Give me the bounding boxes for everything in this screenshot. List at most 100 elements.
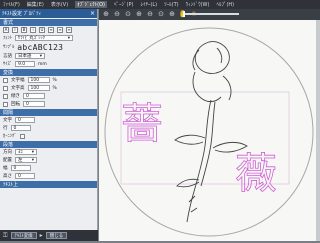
zoom-select-icon[interactable]: ⊙ — [157, 11, 165, 19]
design-canvas[interactable]: 薔 薇 — [99, 20, 320, 241]
size-row: ｻｲｽﾞ 9.0 mm — [0, 60, 97, 68]
menu-help[interactable]: ﾍﾙﾌﾟ(H) — [216, 1, 234, 8]
lang-select-value: 日本語 — [18, 54, 32, 59]
zoom-fit-icon[interactable]: ⊙ — [124, 11, 132, 19]
canvas-glyph-1: 薔 — [121, 99, 163, 148]
bold-icon[interactable]: B — [21, 27, 27, 33]
w-label: 幅 — [3, 166, 8, 171]
sample-row: ｻﾝﾌﾟﾙ abcABC123 — [0, 42, 97, 52]
direction-select-value: ﾖｺ — [18, 150, 23, 155]
text-horizontal-icon[interactable]: A — [3, 27, 9, 33]
lock-icon[interactable]: ⚿ — [3, 232, 8, 240]
menu-file[interactable]: ﾌｧｲﾙ(F) — [3, 1, 20, 8]
align-label: 配置 — [3, 158, 12, 163]
slant-label: 傾き — [11, 94, 20, 99]
h-input[interactable]: 0 — [15, 173, 35, 179]
width-label: 文字幅 — [11, 78, 25, 83]
align-right-icon[interactable]: ≡ — [66, 27, 72, 33]
char-spacing-row: 文字 0 — [0, 116, 97, 124]
section-style-label: 書式 — [3, 20, 14, 26]
close-button[interactable]: 閉じる — [45, 232, 68, 239]
zoom-page-icon[interactable]: ⊕ — [135, 11, 143, 19]
lang-select[interactable]: 日本語 ▾ — [15, 53, 45, 59]
height-label: 文字高 — [11, 86, 25, 91]
convert-text-button[interactable]: ﾃｷｽﾄ変換 — [10, 232, 37, 239]
slant-row: 傾き 0 — [0, 92, 97, 100]
section-bottom-label: ﾃｷｽﾄ上 — [3, 182, 19, 188]
char-spacing-label: 文字 — [3, 118, 12, 123]
menu-layer[interactable]: ﾚｲﾔｰ(L) — [140, 1, 157, 8]
rotation-checkbox[interactable] — [3, 101, 8, 107]
section-bottom[interactable]: ﾃｷｽﾄ上 — [0, 181, 97, 188]
font-label: ﾌｫﾝﾄ — [3, 36, 12, 41]
size-input[interactable]: 9.0 — [15, 61, 35, 67]
zoom-in-icon[interactable]: ⊕ — [102, 11, 110, 19]
rotation-row: 回転 0 — [0, 100, 97, 108]
align-left-icon[interactable]: ≡ — [48, 27, 54, 33]
kerning-label: ｶｰﾆﾝｸﾞ — [3, 134, 17, 139]
font-select[interactable]: ｾﾌｲﾋﾞ丸ｺﾞｼｯｸ ▾ — [15, 35, 73, 41]
align-center-icon[interactable]: ≡ — [57, 27, 63, 33]
size-label: ｻｲｽﾞ — [3, 62, 12, 67]
section-style[interactable]: 書式 — [0, 19, 97, 26]
w-input[interactable]: 0 — [10, 165, 31, 171]
menu-edit[interactable]: 編集(E) — [27, 1, 44, 8]
width-row: 文字幅 100 % — [0, 76, 97, 84]
zoom-out-icon[interactable]: ⊖ — [113, 11, 121, 19]
align-select-value: 左 — [18, 158, 23, 163]
menu-view[interactable]: 表示(V) — [51, 1, 68, 8]
section-transform[interactable]: 変換 — [0, 69, 97, 76]
underline-icon[interactable]: U — [39, 27, 45, 33]
width-input[interactable]: 100 — [27, 77, 50, 83]
height-input[interactable]: 100 — [27, 85, 50, 91]
panel-title: ﾃｷｽﾄ設定 ﾌﾟﾛﾊﾟﾃｨ — [2, 11, 42, 17]
h-row: 高さ 0 — [0, 172, 97, 180]
size-unit: mm — [38, 61, 47, 67]
section-transform-label: 変換 — [3, 70, 14, 76]
chevron-down-icon: ▾ — [31, 149, 34, 155]
close-icon[interactable]: × — [90, 10, 95, 17]
line-spacing-row: 行 0 — [0, 124, 97, 132]
zoom-width-icon[interactable]: ⊖ — [146, 11, 154, 19]
width-checkbox[interactable] — [3, 77, 8, 83]
char-spacing-input[interactable]: 0 — [15, 117, 35, 123]
zoom-slider-knob[interactable] — [183, 11, 185, 17]
menu-page[interactable]: ﾍﾟｰｼﾞ(P) — [114, 1, 133, 8]
text-vertical-icon[interactable]: I — [12, 27, 18, 33]
arrow-right-icon: ▸ — [39, 232, 43, 239]
slant-input[interactable]: 0 — [23, 93, 45, 99]
section-spacing-label: 間隔 — [3, 110, 14, 116]
menu-tool[interactable]: ﾂｰﾙ(T) — [164, 1, 178, 8]
rotation-input[interactable]: 0 — [23, 101, 45, 107]
zoom-actual-icon[interactable]: ⊕ — [168, 11, 176, 19]
align-select[interactable]: 左 ▾ — [15, 157, 37, 163]
line-spacing-input[interactable]: 0 — [10, 125, 31, 131]
menu-window[interactable]: ｳｨﾝﾄﾞｳ(W) — [186, 1, 210, 8]
zoom-slider[interactable] — [183, 11, 239, 17]
align-row: 配置 左 ▾ — [0, 156, 97, 164]
percent-icon: % — [52, 85, 57, 91]
direction-label: 方向 — [3, 150, 12, 155]
height-checkbox[interactable] — [3, 85, 8, 91]
section-direction-label: 段落 — [3, 142, 14, 148]
menu-object[interactable]: ｵﾌﾞｼﾞｪｸﾄ(O) — [75, 1, 108, 8]
canvas-glyph-2: 薇 — [235, 149, 277, 198]
section-spacing[interactable]: 間隔 — [0, 109, 97, 116]
section-direction[interactable]: 段落 — [0, 141, 97, 148]
font-sample: abcABC123 — [17, 42, 64, 52]
direction-select[interactable]: ﾖｺ ▾ — [15, 149, 37, 155]
font-select-value: ｾﾌｲﾋﾞ丸ｺﾞｼｯｸ — [18, 36, 45, 41]
chevron-down-icon: ▾ — [67, 35, 70, 41]
menu-bar: ﾌｧｲﾙ(F) 編集(E) 表示(V) ｵﾌﾞｼﾞｪｸﾄ(O) ﾍﾟｰｼﾞ(P)… — [0, 0, 320, 9]
canvas-artwork: 薔 薇 — [104, 27, 314, 237]
w-row: 幅 0 — [0, 164, 97, 172]
lang-label: 言語 — [3, 54, 12, 59]
panel-footer: ⚿ ﾃｷｽﾄ変換 ▸ 閉じる — [0, 230, 98, 241]
h-label: 高さ — [3, 174, 12, 179]
italic-icon[interactable]: i — [30, 27, 36, 33]
kerning-checkbox[interactable] — [19, 133, 25, 139]
vertical-scrollbar[interactable] — [316, 20, 320, 241]
rotation-label: 回転 — [11, 102, 20, 107]
chevron-down-icon: ▾ — [31, 157, 34, 163]
slant-checkbox[interactable] — [3, 93, 8, 99]
